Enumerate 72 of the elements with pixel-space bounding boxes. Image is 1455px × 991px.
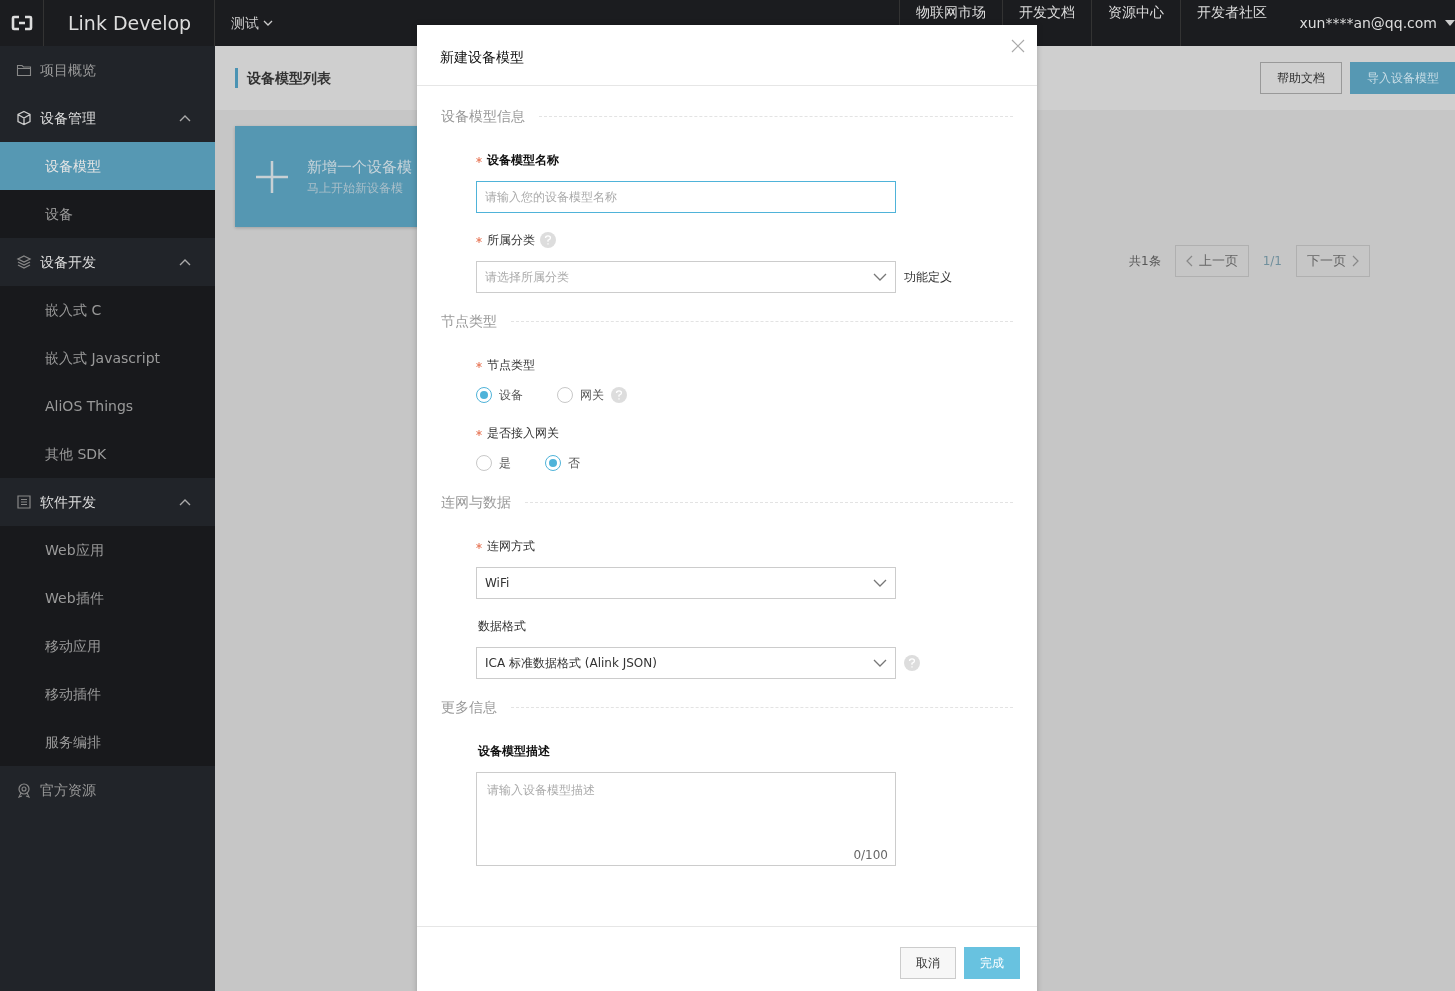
chevron-down-icon [263, 20, 273, 26]
sidebar-subitem[interactable]: 移动应用 [0, 622, 215, 670]
caret-down-icon [1445, 20, 1455, 26]
sidebar-item[interactable]: 软件开发 [0, 478, 215, 526]
field-label: 数据格式 [478, 618, 526, 635]
chevron-right-icon [1351, 255, 1359, 267]
help-icon[interactable] [540, 232, 556, 248]
side-label: 功能定义 [904, 269, 952, 286]
help-button[interactable]: 帮助文档 [1260, 62, 1342, 94]
user-menu[interactable]: xun****an@qq.com [1283, 0, 1455, 46]
sidebar-item[interactable]: 项目概览 [0, 46, 215, 94]
radio-button[interactable] [476, 387, 492, 403]
option-label: 设备 [499, 387, 523, 404]
list-icon [16, 494, 32, 510]
page-indicator: 1/1 [1262, 253, 1282, 270]
radio-option[interactable]: 网关 [557, 386, 627, 404]
plus-icon [255, 159, 289, 194]
logo-icon [10, 15, 33, 31]
section-title: 更多信息 [441, 698, 497, 717]
field-label: 所属分类 [487, 232, 535, 249]
brand-name: Link Develop [68, 10, 192, 36]
sidebar-subitem[interactable]: Web插件 [0, 574, 215, 622]
close-icon[interactable] [1011, 39, 1025, 53]
project-dropdown[interactable]: 测试 [215, 0, 273, 46]
help-icon[interactable] [904, 655, 920, 671]
card-subtitle: 马上开始新设备模 [307, 179, 404, 197]
option-label: 是 [499, 455, 511, 472]
chevron-up-icon [179, 258, 191, 266]
field-label: 节点类型 [487, 357, 535, 374]
text-input[interactable]: 请输入您的设备模型名称 [476, 181, 896, 213]
section-title: 设备模型信息 [441, 107, 525, 126]
sidebar-subitem[interactable]: AliOS Things [0, 382, 215, 430]
question-mark-icon [908, 658, 916, 668]
question-mark-icon [615, 390, 623, 400]
select-field[interactable]: WiFi [476, 567, 896, 599]
field-label: 是否接入网关 [487, 425, 559, 442]
question-mark-icon [544, 235, 552, 245]
help-icon[interactable] [611, 387, 627, 403]
card-title: 新增一个设备模 [307, 157, 412, 179]
chevron-down-icon [873, 659, 887, 667]
sidebar-item[interactable]: 设备管理 [0, 94, 215, 142]
cube-icon [16, 110, 32, 126]
select-field[interactable]: ICA 标准数据格式 (Alink JSON) [476, 647, 896, 679]
option-label: 否 [568, 455, 580, 472]
cancel-button[interactable]: 取消 [900, 946, 956, 979]
sidebar-subitem[interactable]: 设备 [0, 190, 215, 238]
sidebar-item[interactable]: 设备开发 [0, 238, 215, 286]
layers-icon [16, 254, 32, 270]
section-title: 连网与数据 [441, 493, 511, 512]
sidebar-subitem[interactable]: 嵌入式 C [0, 286, 215, 334]
radio-button[interactable] [476, 455, 492, 471]
folder-icon [16, 62, 32, 78]
chevron-down-icon [873, 579, 887, 587]
field-label: 设备模型描述 [478, 743, 550, 760]
sidebar-subitem[interactable]: 移动插件 [0, 670, 215, 718]
chevron-up-icon [179, 498, 191, 506]
radio-button[interactable] [545, 455, 561, 471]
char-counter: 0/100 [853, 847, 888, 864]
sidebar-subitem[interactable]: 其他 SDK [0, 430, 215, 478]
chevron-left-icon [1185, 255, 1193, 267]
modal-title: 新建设备模型 [440, 47, 524, 67]
seal-icon [16, 782, 32, 798]
field-label: 连网方式 [487, 538, 535, 555]
sidebar-subitem[interactable]: 嵌入式 Javascript [0, 334, 215, 382]
sidebar-subitem[interactable]: 服务编排 [0, 718, 215, 766]
sidebar-subitem[interactable]: Web应用 [0, 526, 215, 574]
sidebar-item[interactable]: 官方资源 [0, 766, 215, 814]
section-title: 节点类型 [441, 312, 497, 331]
chevron-down-icon [873, 273, 887, 281]
page-title: 设备模型列表 [235, 68, 331, 88]
total-count: 共1条 [1129, 253, 1161, 270]
chevron-up-icon [179, 114, 191, 122]
